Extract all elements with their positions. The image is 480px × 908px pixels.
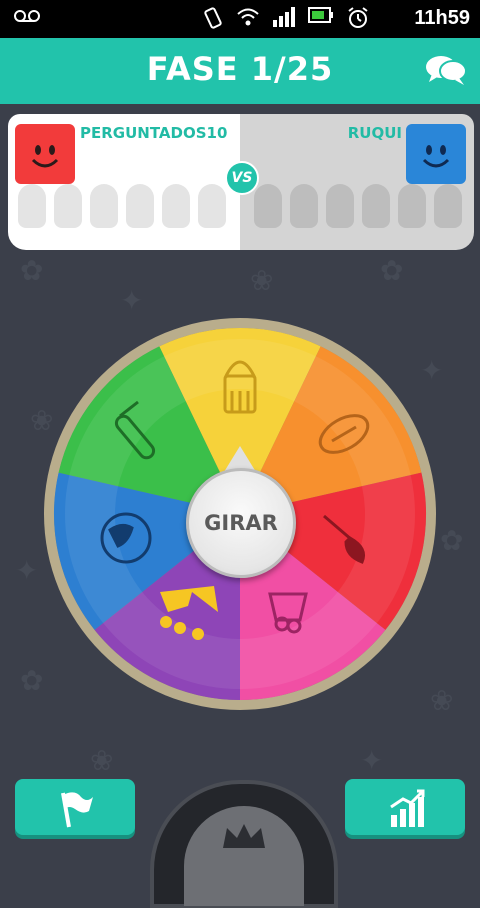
character-slot — [90, 184, 118, 228]
chat-icon[interactable] — [424, 52, 468, 90]
character-slot — [398, 184, 426, 228]
header-bar: FASE 1/25 — [0, 38, 480, 104]
player-panel-left: PERGUNTADOS10 — [8, 114, 240, 250]
character-collection-left — [18, 184, 226, 228]
alarm-clock-icon — [348, 7, 368, 28]
avatar — [406, 124, 466, 184]
page-title: FASE 1/25 — [146, 50, 334, 88]
character-slot — [326, 184, 354, 228]
character-slot — [362, 184, 390, 228]
character-collection-right — [254, 184, 462, 228]
smiley-icon — [31, 145, 59, 168]
flag-button[interactable] — [15, 779, 135, 835]
player-panel-right: RUQUI — [240, 114, 474, 250]
stats-button[interactable] — [345, 779, 465, 835]
character-slot — [162, 184, 190, 228]
avatar — [15, 124, 75, 184]
character-slot — [18, 184, 46, 228]
status-time: 11h59 — [414, 7, 470, 29]
crown-icon — [223, 824, 265, 848]
smiley-icon — [422, 145, 450, 168]
crown-dock-inner — [184, 806, 304, 906]
character-slot — [126, 184, 154, 228]
signal-icon — [273, 7, 295, 27]
flag-icon — [61, 792, 93, 828]
voicemail-icon — [14, 10, 40, 22]
character-slot — [198, 184, 226, 228]
character-slot — [54, 184, 82, 228]
player-name-left: PERGUNTADOS10 — [80, 124, 228, 142]
character-slot — [434, 184, 462, 228]
chart-growth-icon — [390, 789, 425, 827]
character-slot — [290, 184, 318, 228]
vs-badge: VS — [225, 161, 259, 195]
character-slot — [254, 184, 282, 228]
vibrate-icon — [204, 7, 222, 29]
player-name-right: RUQUI — [347, 124, 402, 142]
battery-icon — [308, 7, 333, 23]
versus-card: PERGUNTADOS10 RUQUI VS — [8, 114, 474, 250]
status-bar: 11h59 — [0, 0, 480, 38]
spin-button[interactable]: GIRAR — [186, 468, 296, 578]
wifi-icon — [237, 8, 259, 26]
